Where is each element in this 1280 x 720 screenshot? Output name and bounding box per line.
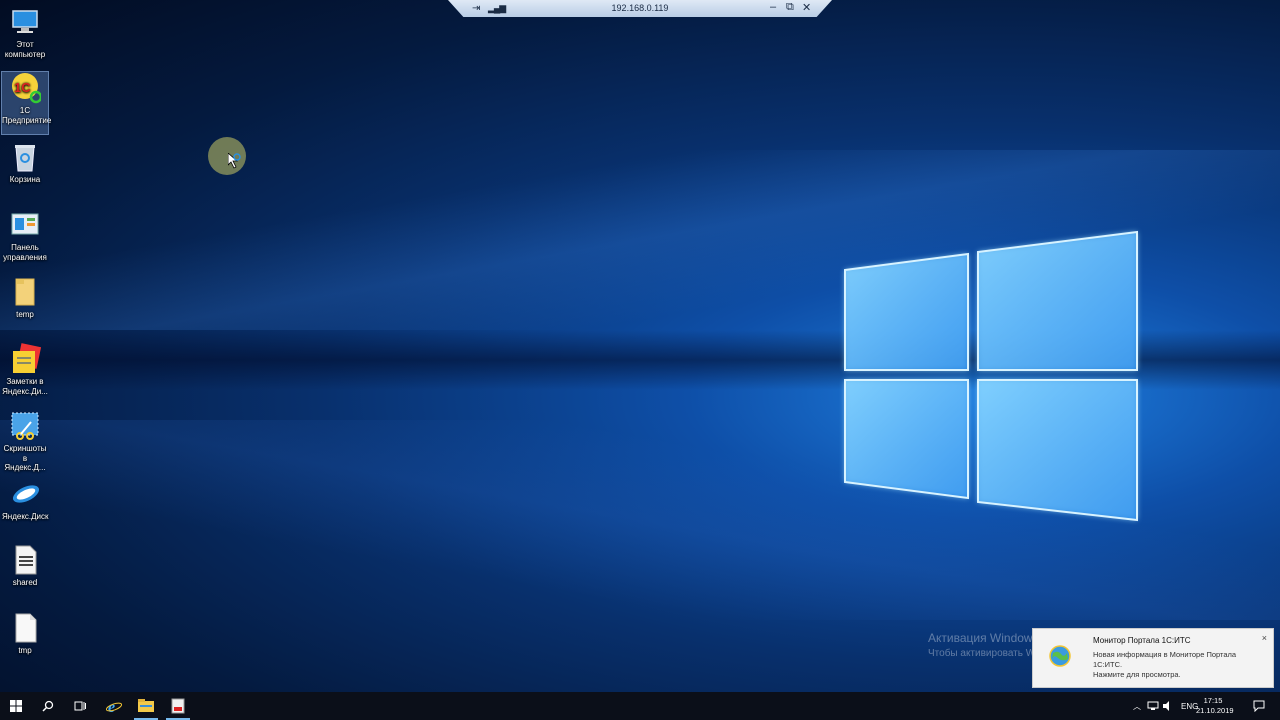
clock-time: 17:15 [1203,696,1223,705]
desktop-icon-label: Яндекс.Диск [2,512,49,521]
desktop-icon-label: 1С Предприятие [2,106,52,125]
toast-hint: Нажмите для просмотра. [1093,670,1181,679]
desktop-icon-yandex-notes[interactable]: Заметки в Яндекс.Ди... [2,343,48,396]
search-button[interactable] [32,692,64,720]
toast-close-button[interactable]: × [1262,633,1267,643]
rdp-connection-bar: ⇥ ▂▄▆ 192.168.0.119 ‒ ⧉ ✕ [448,0,832,17]
document-icon [9,544,41,576]
folder-icon [9,276,41,308]
desktop-icon-label: tmp [18,646,32,655]
yandex-notes-icon [9,343,42,375]
desktop-icon-yandex-screenshots[interactable]: Скриншоты в Яндекс.Д... [2,410,48,473]
desktop-icon-tmp[interactable]: tmp [2,612,48,656]
toast-body: Новая информация в Мониторе Портала 1С:И… [1093,650,1237,669]
network-icon[interactable] [1147,701,1159,711]
computer-icon [9,6,41,38]
desktop-icon-yandex-disk[interactable]: Яндекс.Диск [2,478,49,522]
desktop-icon-label: Этот компьютер [4,40,46,59]
action-center-button[interactable] [1243,692,1275,720]
blank-file-icon [9,612,41,644]
clock-date: 21.10.2019 [1196,706,1234,715]
start-icon [10,700,22,712]
desktop-icon-recycle-bin[interactable]: Корзина [2,141,48,185]
search-icon [42,700,54,712]
start-button[interactable] [0,692,32,720]
system-tray: ︿ ENG [1131,692,1198,720]
chevron-up-icon[interactable]: ︿ [1131,701,1143,712]
app-icon [171,698,185,714]
recycle-bin-icon [9,141,41,173]
rdp-restore-button[interactable]: ⧉ [786,1,794,14]
rdp-minimize-button[interactable]: ‒ [770,1,776,13]
desktop-icon-temp-folder[interactable]: temp [2,276,48,320]
desktop-icon-shared[interactable]: shared [2,544,48,588]
desktop-icon-label: Скриншоты в Яндекс.Д... [3,444,47,472]
rdp-close-button[interactable]: ✕ [802,1,811,14]
desktop-icon-label: temp [16,310,34,319]
desktop-icon-label: shared [12,578,38,587]
task-view-icon [74,701,86,711]
desktop-icon-label: Корзина [9,175,41,184]
desktop-icon-this-pc[interactable]: Этот компьютер [2,6,48,59]
notification-icon [1253,700,1265,712]
file-explorer-icon [138,699,154,712]
taskbar-internet-explorer[interactable]: e [98,692,130,720]
toast-title: Монитор Портала 1С:ИТС [1093,636,1191,645]
internet-explorer-icon: e [106,699,122,714]
mouse-cursor-icon [228,153,241,169]
yandex-disk-icon [9,478,41,510]
taskbar: e ︿ ENG 17:15 21.10.2019 [0,692,1280,720]
taskbar-file-explorer[interactable] [130,692,162,720]
system-clock[interactable]: 17:15 21.10.2019 [1196,696,1234,716]
taskbar-app[interactable] [162,692,194,720]
volume-icon[interactable] [1163,701,1173,711]
windows-logo [844,230,1138,522]
globe-icon [1049,645,1071,667]
desktop-icon-label: Заметки в Яндекс.Ди... [2,377,48,396]
1c-enterprise-icon: 1C [9,72,43,104]
svg-text:1C: 1C [14,80,31,95]
task-view-button[interactable] [64,692,96,720]
yandex-screenshots-icon [9,410,41,442]
control-panel-icon [9,209,41,241]
desktop-icon-control-panel[interactable]: Панель управления [2,209,48,262]
notification-toast[interactable]: Монитор Портала 1С:ИТС Новая информация … [1032,628,1274,688]
desktop-icon-label: Панель управления [3,243,47,262]
desktop-icon-1c-enterprise[interactable]: 1C 1С Предприятие [1,71,52,135]
